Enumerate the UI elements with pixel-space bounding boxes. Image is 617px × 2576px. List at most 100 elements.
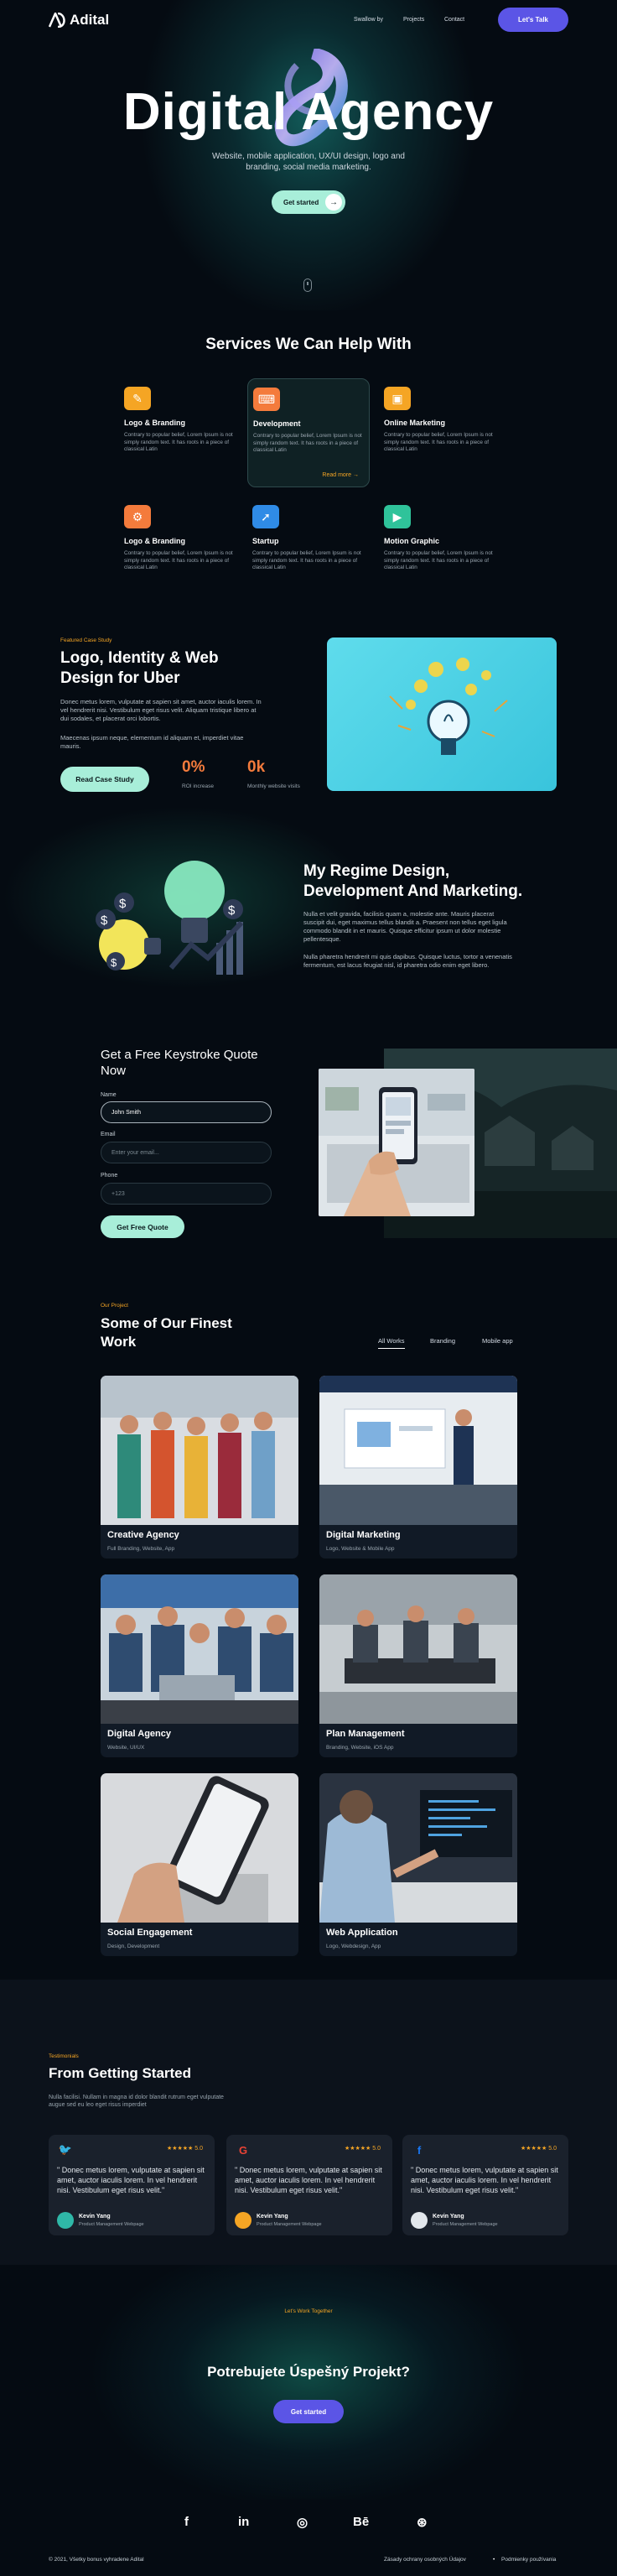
money-bulb-illustration: $ $ $ $ <box>91 851 258 985</box>
testimonial-card: G ★★★★★ 5.0 " Donec metus lorem, vulputate… <box>226 2135 392 2235</box>
testimonial-card: 🐦 ★★★★★ 5.0 " Donec metus lorem, vulputate… <box>49 2135 215 2235</box>
nav-link-projects[interactable]: Projects <box>403 17 424 23</box>
read-case-study-button[interactable]: Read Case Study <box>60 767 149 792</box>
work-tags: Full Branding, Website, App <box>107 1546 175 1552</box>
case-study-paragraph: Donec metus lorem, vulputate at sapien s… <box>60 698 262 722</box>
service-description: Contrary to popular belief, Lorem Ipsum … <box>124 432 233 452</box>
rocket-icon: ➚ <box>252 505 279 528</box>
testimonial-role: Product Management Webpage <box>79 2222 144 2227</box>
service-card[interactable]: ▣ Online Marketing Contrary to popular bel… <box>379 378 501 487</box>
twitter-icon: 🐦 <box>58 2143 73 2156</box>
service-title: Logo & Branding <box>124 537 185 545</box>
footer-dot: • <box>493 2557 495 2563</box>
hero-title: Digital Agency <box>122 83 495 141</box>
nav-link-swallow[interactable]: Swallow by <box>354 17 383 23</box>
testimonial-name: Kevin Yang <box>433 2214 464 2220</box>
case-study-label: Featured Case Study <box>60 637 112 643</box>
service-description: Contrary to popular belief, Lorem Ipsum … <box>384 550 493 570</box>
service-title: Development <box>253 419 301 428</box>
case-study-paragraph-2: Maecenas ipsum neque, elementum id aliqu… <box>60 734 244 750</box>
star-rating: ★★★★★ 5.0 <box>166 2146 203 2152</box>
work-card[interactable]: Digital Agency Website, UI/UX <box>101 1574 298 1757</box>
case-study-title: Logo, Identity & Web Design for Uber <box>60 649 219 687</box>
svg-text:$: $ <box>111 956 117 969</box>
service-title: Startup <box>252 537 279 545</box>
logo-icon <box>48 10 67 29</box>
work-image <box>101 1574 298 1724</box>
work-card[interactable]: Social Engagement Design, Development <box>101 1773 298 1956</box>
work-card[interactable]: Digital Marketing Logo, Website & Mobile … <box>319 1376 517 1559</box>
stat-roi-number: 0% <box>182 758 205 776</box>
work-title: Digital Marketing <box>326 1530 401 1540</box>
scroll-mouse-icon <box>303 278 312 292</box>
service-card[interactable]: ⌨ Development Contrary to popular belief, … <box>247 378 370 487</box>
email-field[interactable]: Enter your email... <box>101 1142 272 1163</box>
testimonial-quote: " Donec metus lorem, vulputate at sapien… <box>57 2166 205 2194</box>
privacy-link[interactable]: Zásady ochrany osobných Údajov <box>384 2557 466 2563</box>
avatar <box>235 2212 251 2229</box>
quote-title: Get a Free Keystroke Quote Now <box>101 1048 258 1078</box>
brand-name: Adital <box>70 12 110 28</box>
work-image <box>101 1376 298 1525</box>
service-card[interactable]: ▶ Motion Graphic Contrary to popular belie… <box>379 497 501 606</box>
dribbble-icon[interactable]: ⊛ <box>417 2515 428 2530</box>
read-more-link[interactable]: Read more → <box>322 472 359 478</box>
nav-link-contact[interactable]: Contact <box>444 17 464 23</box>
service-description: Contrary to popular belief, Lorem Ipsum … <box>384 432 493 452</box>
behance-icon[interactable]: Bē <box>353 2515 369 2529</box>
regime-paragraph: Nulla et velit gravida, facilisis quam a… <box>303 910 507 943</box>
work-title: Web Application <box>326 1928 398 1938</box>
work-image <box>101 1773 298 1923</box>
phone-field[interactable]: +123 <box>101 1183 272 1205</box>
service-title: Motion Graphic <box>384 537 439 545</box>
work-image <box>319 1376 517 1525</box>
arrow-right-icon: → <box>325 194 342 211</box>
svg-text:$: $ <box>228 903 236 918</box>
testimonial-name: Kevin Yang <box>257 2214 288 2220</box>
terms-link[interactable]: Podmienky používania <box>501 2557 556 2563</box>
service-card[interactable]: ✎ Logo & Branding Contrary to popular beli… <box>119 378 241 487</box>
get-started-label: Get started <box>283 198 319 206</box>
monitor-icon: ▣ <box>384 387 411 410</box>
get-free-quote-button[interactable]: Get Free Quote <box>101 1215 184 1238</box>
svg-text:$: $ <box>119 897 127 911</box>
tab-all-works[interactable]: All Works <box>378 1337 405 1349</box>
name-field[interactable]: John Smith <box>101 1101 272 1123</box>
work-tags: Logo, Webdesign, App <box>326 1944 381 1949</box>
lightbulb-image <box>327 637 557 791</box>
instagram-icon[interactable]: ◎ <box>297 2515 308 2530</box>
stat-visits-label: Monthly website visits <box>247 783 300 789</box>
star-rating: ★★★★★ 5.0 <box>344 2146 381 2152</box>
work-title: Plan Management <box>326 1729 405 1739</box>
work-card[interactable]: Plan Management Branding, Website, iOS Ap… <box>319 1574 517 1757</box>
top-navigation: Adital Swallow by Projects Contact Let's… <box>0 0 617 40</box>
linkedin-icon[interactable]: in <box>238 2515 249 2529</box>
testimonial-role: Product Management Webpage <box>257 2222 322 2227</box>
tab-mobile-app[interactable]: Mobile app <box>482 1337 513 1345</box>
testimonial-role: Product Management Webpage <box>433 2222 498 2227</box>
service-card[interactable]: ➚ Startup Contrary to popular belief, Lore… <box>247 497 370 606</box>
cta-label: Let's Work Together <box>284 2308 333 2314</box>
svg-text:$: $ <box>101 913 108 928</box>
cta-get-started-button[interactable]: Get started <box>273 2400 344 2423</box>
lets-talk-button[interactable]: Let's Talk <box>498 8 568 32</box>
code-icon: ⌨ <box>253 388 280 411</box>
work-card[interactable]: Web Application Logo, Webdesign, App <box>319 1773 517 1956</box>
service-title: Logo & Branding <box>124 419 185 427</box>
brand-logo[interactable]: Adital <box>48 10 110 29</box>
cta-title: Potrebujete Úspešný Projekt? <box>207 2364 410 2380</box>
work-tags: Branding, Website, iOS App <box>326 1745 394 1751</box>
service-card[interactable]: ⚙ Logo & Branding Contrary to popular beli… <box>119 497 241 606</box>
brush-icon: ✎ <box>124 387 151 410</box>
work-tags: Website, UI/UX <box>107 1745 145 1751</box>
work-tags: Logo, Website & Mobile App <box>326 1546 395 1552</box>
facebook-icon[interactable]: f <box>184 2515 189 2529</box>
work-image <box>319 1574 517 1724</box>
work-title: Creative Agency <box>107 1530 179 1540</box>
tab-branding[interactable]: Branding <box>430 1337 455 1345</box>
hero-subtitle: Website, mobile application, UX/UI desig… <box>212 152 405 172</box>
get-started-button[interactable]: Get started → <box>272 190 345 214</box>
cta-section <box>0 2265 617 2500</box>
work-card[interactable]: Creative Agency Full Branding, Website, A… <box>101 1376 298 1559</box>
service-description: Contrary to popular belief, Lorem Ipsum … <box>252 550 361 570</box>
